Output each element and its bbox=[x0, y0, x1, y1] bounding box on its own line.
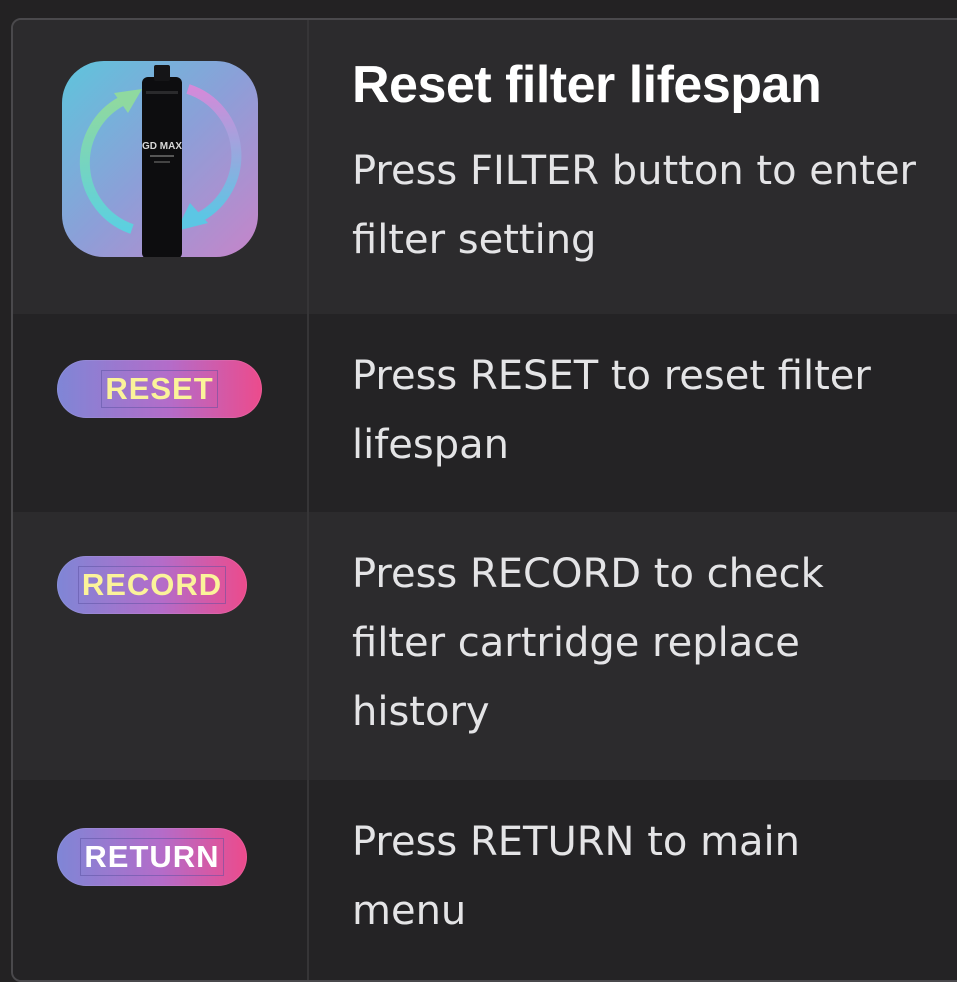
reset-button[interactable]: RESET bbox=[57, 360, 262, 418]
return-button[interactable]: RETURN bbox=[57, 828, 247, 886]
content-cell: Press RESET to reset filter lifespan bbox=[309, 314, 957, 512]
instruction-text: Press RETURN to main menu bbox=[352, 819, 801, 934]
content-cell: Press RETURN to main menu bbox=[309, 780, 957, 980]
row-record: RECORD Press RECORD to check filter cart… bbox=[13, 512, 957, 780]
record-button-label: RECORD bbox=[77, 566, 227, 604]
section-title: Reset filter lifespan bbox=[352, 56, 822, 114]
button-cell: RECORD bbox=[13, 512, 309, 780]
record-button[interactable]: RECORD bbox=[57, 556, 247, 614]
icon-cell: GD MAX bbox=[13, 20, 309, 314]
row-reset-filter-lifespan: GD MAX Reset filter lifespan Press FILTE… bbox=[13, 20, 957, 314]
row-return: RETURN Press RETURN to main menu bbox=[13, 780, 957, 980]
instruction-text: Press FILTER button to enter filter sett… bbox=[352, 148, 917, 263]
filter-instructions-table: GD MAX Reset filter lifespan Press FILTE… bbox=[11, 18, 957, 982]
instruction-text: Press RESET to reset filter lifespan bbox=[352, 353, 871, 468]
button-cell: RETURN bbox=[13, 780, 309, 980]
reset-button-label: RESET bbox=[101, 370, 218, 408]
content-cell: Reset filter lifespan Press FILTER butto… bbox=[309, 20, 957, 314]
instruction-text: Press RECORD to check filter cartridge r… bbox=[352, 551, 824, 735]
content-cell: Press RECORD to check filter cartridge r… bbox=[309, 512, 957, 780]
device-brand-text: GD MAX bbox=[142, 141, 182, 152]
row-reset: RESET Press RESET to reset filter lifesp… bbox=[13, 314, 957, 512]
return-button-label: RETURN bbox=[80, 838, 224, 876]
button-cell: RESET bbox=[13, 314, 309, 512]
filter-cartridge-reset-icon: GD MAX bbox=[62, 61, 258, 257]
